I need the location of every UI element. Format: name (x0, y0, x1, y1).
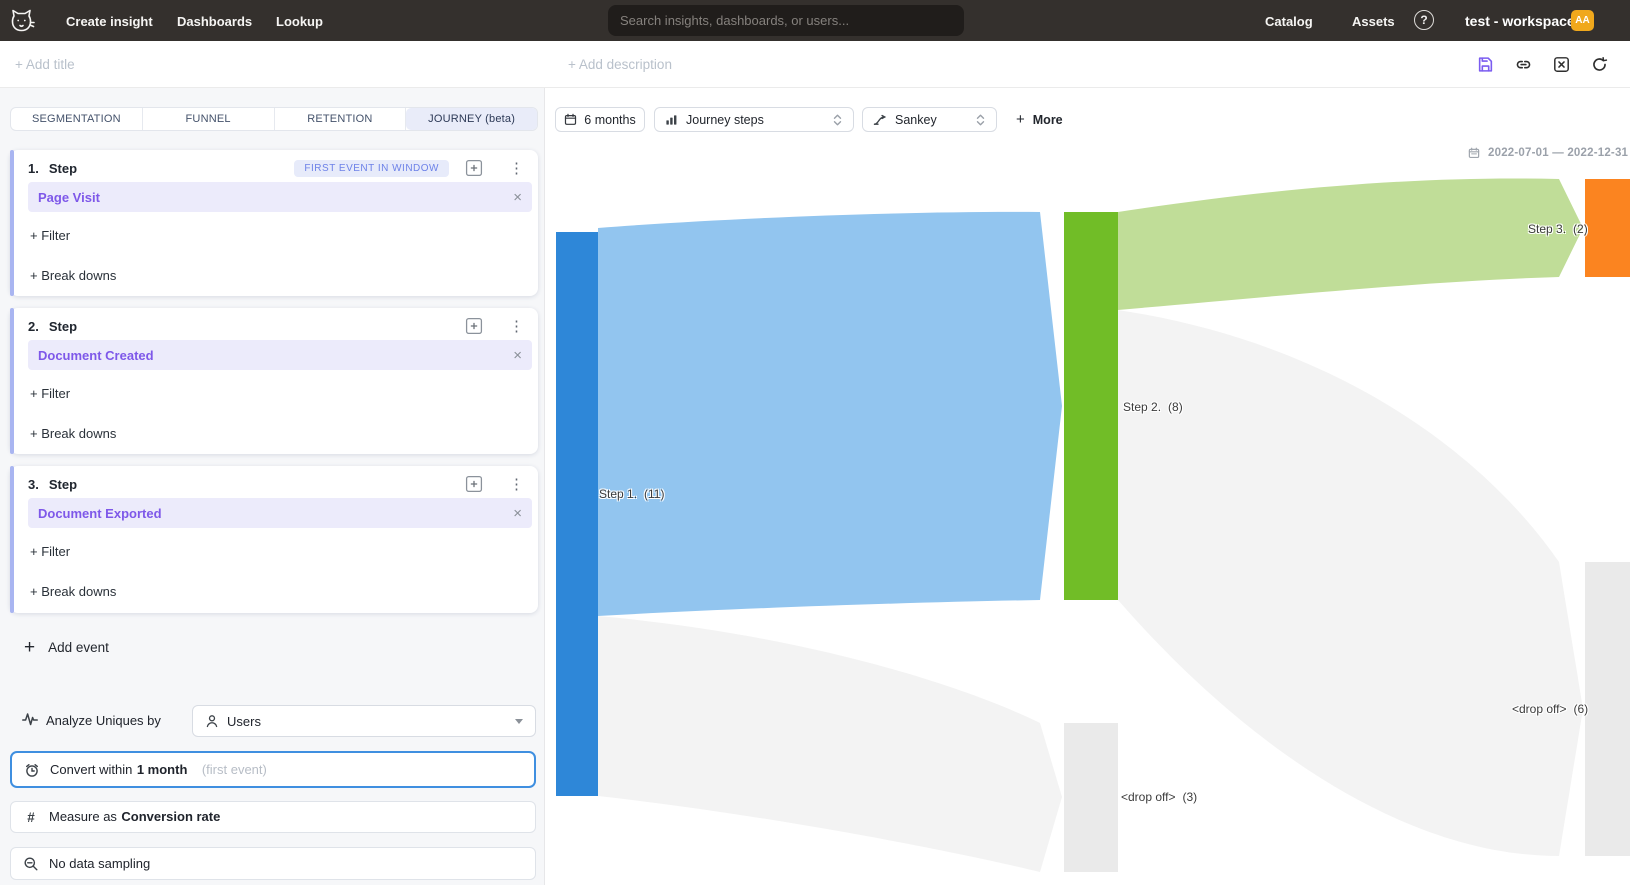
add-description-field[interactable]: + Add description (568, 57, 672, 72)
add-filter-link[interactable]: + Filter (30, 228, 70, 243)
measure-as-label: Measure as (49, 809, 117, 824)
nav-catalog[interactable]: Catalog (1265, 14, 1313, 29)
clear-canvas-icon[interactable] (1553, 56, 1570, 73)
analyze-uniques-label: Analyze Uniques by (46, 713, 161, 728)
tab-retention[interactable]: RETENTION (275, 108, 407, 130)
link-icon[interactable] (1515, 56, 1532, 73)
remove-event-icon[interactable]: × (513, 506, 522, 521)
magnifier-minus-icon (23, 856, 39, 872)
add-breakdown-link[interactable]: + Break downs (30, 268, 116, 283)
cat-logo-icon[interactable] (8, 7, 36, 35)
add-step-event-icon[interactable] (465, 475, 483, 493)
chevron-down-icon[interactable] (515, 719, 523, 724)
header-actions (1477, 56, 1608, 73)
step-accent-bar (10, 150, 14, 296)
measure-as-value: Conversion rate (121, 809, 220, 824)
add-filter-link[interactable]: + Filter (30, 544, 70, 559)
sankey-link-step2-dropoff[interactable] (1118, 310, 1583, 856)
add-step-event-icon[interactable] (465, 317, 483, 335)
refresh-icon[interactable] (1591, 56, 1608, 73)
step-number: 1. (28, 161, 39, 176)
add-breakdown-link[interactable]: + Break downs (30, 426, 116, 441)
event-pill[interactable]: Page Visit × (28, 182, 532, 212)
kebab-menu-icon[interactable]: ⋮ (509, 161, 524, 176)
tab-journey[interactable]: JOURNEY (beta) (406, 108, 537, 130)
convert-within-label: Convert within (50, 762, 132, 777)
data-sampling-button[interactable]: No data sampling (10, 847, 536, 880)
data-sampling-value: No data sampling (49, 856, 150, 871)
hash-icon: # (23, 810, 39, 825)
convert-window-hint: (first event) (202, 762, 267, 777)
step-accent-bar (10, 466, 14, 613)
sankey-node-step3[interactable] (1585, 179, 1630, 277)
event-name: Document Created (38, 348, 513, 363)
step-title: Step (49, 477, 77, 492)
title-row: + Add title + Add description (0, 41, 1630, 88)
insight-type-tabs: SEGMENTATION FUNNEL RETENTION JOURNEY (b… (10, 107, 538, 131)
sankey-link-step1-step2[interactable] (598, 212, 1062, 616)
conversion-window-button[interactable]: Convert within 1 month (first event) (10, 751, 536, 788)
sankey-node-step2[interactable] (1064, 212, 1118, 600)
step-accent-bar (10, 308, 14, 454)
add-step-event-icon[interactable] (465, 159, 483, 177)
add-event-button[interactable]: + Add event (24, 638, 109, 657)
measure-as-button[interactable]: # Measure as Conversion rate (10, 801, 536, 833)
sankey-link-step2-step3[interactable] (1118, 178, 1583, 310)
nav-create-insight[interactable]: Create insight (66, 14, 153, 29)
nav-lookup[interactable]: Lookup (276, 14, 323, 29)
event-pill[interactable]: Document Exported × (28, 498, 532, 528)
app-root: Create insight Dashboards Lookup Catalog… (0, 0, 1630, 885)
step-card-header: 3. Step ⋮ (28, 474, 524, 494)
event-name: Page Visit (38, 190, 513, 205)
step-number: 3. (28, 477, 39, 492)
plus-icon: + (24, 638, 35, 657)
step-title: Step (49, 319, 77, 334)
sankey-node-dropoff-after-step1[interactable] (1064, 723, 1118, 872)
workspace-name[interactable]: test - workspace (1465, 13, 1575, 29)
step-title: Step (49, 161, 77, 176)
event-pill[interactable]: Document Created × (28, 340, 532, 370)
sankey-link-step1-dropoff[interactable] (598, 616, 1062, 872)
sankey-node-dropoff-after-step2[interactable] (1585, 562, 1630, 856)
save-icon[interactable] (1477, 56, 1494, 73)
remove-event-icon[interactable]: × (513, 190, 522, 205)
avatar[interactable]: AA (1571, 10, 1594, 31)
add-title-field[interactable]: + Add title (15, 57, 75, 72)
add-event-label: Add event (48, 640, 109, 655)
remove-event-icon[interactable]: × (513, 348, 522, 363)
kebab-menu-icon[interactable]: ⋮ (509, 477, 524, 492)
convert-window-value: 1 month (137, 762, 188, 777)
step-card-2: 2. Step ⋮ Document Created × + Filter + … (10, 308, 538, 454)
add-breakdown-link[interactable]: + Break downs (30, 584, 116, 599)
analyze-by-value: Users (227, 714, 507, 729)
step-card-1: 1. Step FIRST EVENT IN WINDOW ⋮ Page Vis… (10, 150, 538, 296)
kebab-menu-icon[interactable]: ⋮ (509, 319, 524, 334)
event-name: Document Exported (38, 506, 513, 521)
search-input[interactable] (608, 5, 964, 36)
pulse-icon (22, 711, 38, 727)
analyze-by-select[interactable]: Users (192, 705, 536, 737)
add-filter-link[interactable]: + Filter (30, 386, 70, 401)
sankey-chart (546, 88, 1630, 885)
tab-segmentation[interactable]: SEGMENTATION (11, 108, 143, 130)
nav-assets[interactable]: Assets (1352, 14, 1395, 29)
top-navbar: Create insight Dashboards Lookup Catalog… (0, 0, 1630, 41)
nav-dashboards[interactable]: Dashboards (177, 14, 252, 29)
first-event-badge: FIRST EVENT IN WINDOW (294, 160, 449, 177)
alarm-clock-icon (24, 762, 40, 778)
sankey-node-step1[interactable] (556, 232, 598, 796)
step-card-header: 2. Step ⋮ (28, 316, 524, 336)
person-icon (205, 714, 219, 728)
help-icon[interactable]: ? (1414, 10, 1434, 30)
step-card-3: 3. Step ⋮ Document Exported × + Filter +… (10, 466, 538, 613)
tab-funnel[interactable]: FUNNEL (143, 108, 275, 130)
step-number: 2. (28, 319, 39, 334)
step-card-header: 1. Step FIRST EVENT IN WINDOW ⋮ (28, 158, 524, 178)
